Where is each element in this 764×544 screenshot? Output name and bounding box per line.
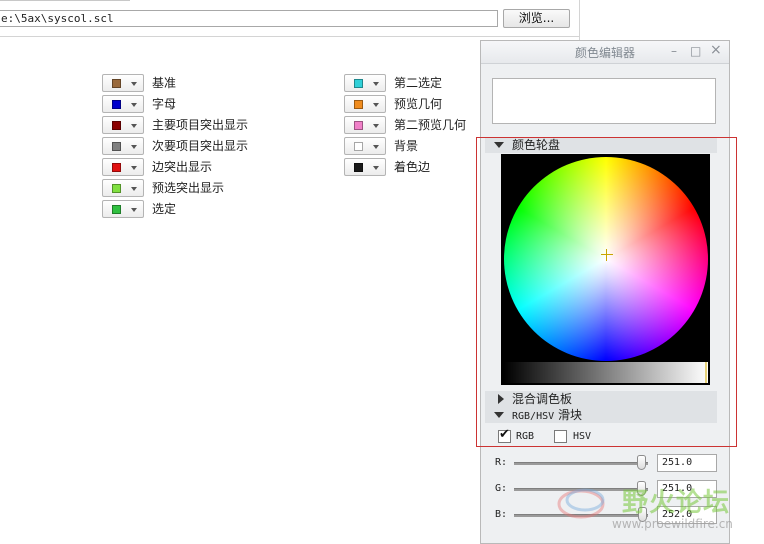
header-separator (0, 36, 580, 37)
color-picker-button[interactable] (102, 116, 144, 134)
color-picker-button[interactable] (344, 116, 386, 134)
color-label: 次要项目突出显示 (152, 139, 249, 153)
watermark-logo-icon (557, 488, 605, 519)
color-picker-button[interactable] (102, 137, 144, 155)
dropdown-arrow-icon (131, 166, 137, 170)
color-picker-button[interactable] (102, 158, 144, 176)
color-label: 选定 (152, 202, 177, 216)
color-picker-button[interactable] (102, 179, 144, 197)
color-preview-box (492, 78, 716, 124)
color-picker-button[interactable] (102, 200, 144, 218)
minimize-icon[interactable]: – (671, 44, 677, 58)
dropdown-arrow-icon (131, 208, 137, 212)
color-label: 主要项目突出显示 (152, 118, 249, 132)
dropdown-arrow-icon (131, 82, 137, 86)
color-swatch (112, 163, 121, 172)
color-swatch (354, 163, 363, 172)
color-picker-button[interactable] (344, 158, 386, 176)
slider-value-input[interactable]: 251.0 (657, 454, 717, 472)
color-label: 预选突出显示 (152, 181, 225, 195)
slider-label: R: (495, 457, 508, 468)
color-label: 背景 (394, 139, 419, 153)
color-swatch (112, 142, 121, 151)
watermark-site-name: 野火论坛 (622, 488, 731, 518)
color-swatch (112, 205, 121, 214)
color-label: 第二预览几何 (394, 118, 467, 132)
color-swatch (354, 121, 363, 130)
color-picker-button[interactable] (102, 74, 144, 92)
color-picker-button[interactable] (344, 95, 386, 113)
slider-track[interactable] (514, 462, 648, 465)
maximize-icon[interactable]: □ (690, 44, 701, 58)
color-label: 第二选定 (394, 76, 443, 90)
top-divider (0, 0, 130, 1)
dropdown-arrow-icon (131, 124, 137, 128)
color-editor-titlebar[interactable]: 颜色编辑器 – □ × (481, 41, 729, 64)
color-swatch (354, 142, 363, 151)
color-swatch (112, 79, 121, 88)
color-picker-button[interactable] (102, 95, 144, 113)
dropdown-arrow-icon (131, 145, 137, 149)
color-picker-button[interactable] (344, 137, 386, 155)
slider-label: G: (495, 483, 508, 494)
color-swatch (354, 100, 363, 109)
color-file-path-input[interactable]: e:\5ax\syscol.scl (0, 10, 498, 27)
color-swatch (112, 184, 121, 193)
dropdown-arrow-icon (131, 103, 137, 107)
dropdown-arrow-icon (373, 103, 379, 107)
dropdown-arrow-icon (373, 145, 379, 149)
browse-button[interactable]: 浏览... (503, 9, 570, 28)
close-icon[interactable]: × (710, 42, 722, 58)
color-label: 基准 (152, 76, 177, 90)
dropdown-arrow-icon (131, 187, 137, 191)
slider-label: B: (495, 509, 508, 520)
watermark-url: www.proewildfire.cn (612, 517, 733, 531)
slider-thumb[interactable] (636, 455, 646, 470)
color-label: 着色边 (394, 160, 431, 174)
color-label: 边突出显示 (152, 160, 213, 174)
color-picker-button[interactable] (344, 74, 386, 92)
panel-edge-line (579, 0, 580, 42)
color-label: 预览几何 (394, 97, 443, 111)
color-swatch (112, 100, 121, 109)
color-label: 字母 (152, 97, 177, 111)
dropdown-arrow-icon (373, 166, 379, 170)
dropdown-arrow-icon (373, 124, 379, 128)
highlight-annotation-box (476, 137, 737, 447)
dropdown-arrow-icon (373, 82, 379, 86)
color-swatch (112, 121, 121, 130)
color-swatch (354, 79, 363, 88)
